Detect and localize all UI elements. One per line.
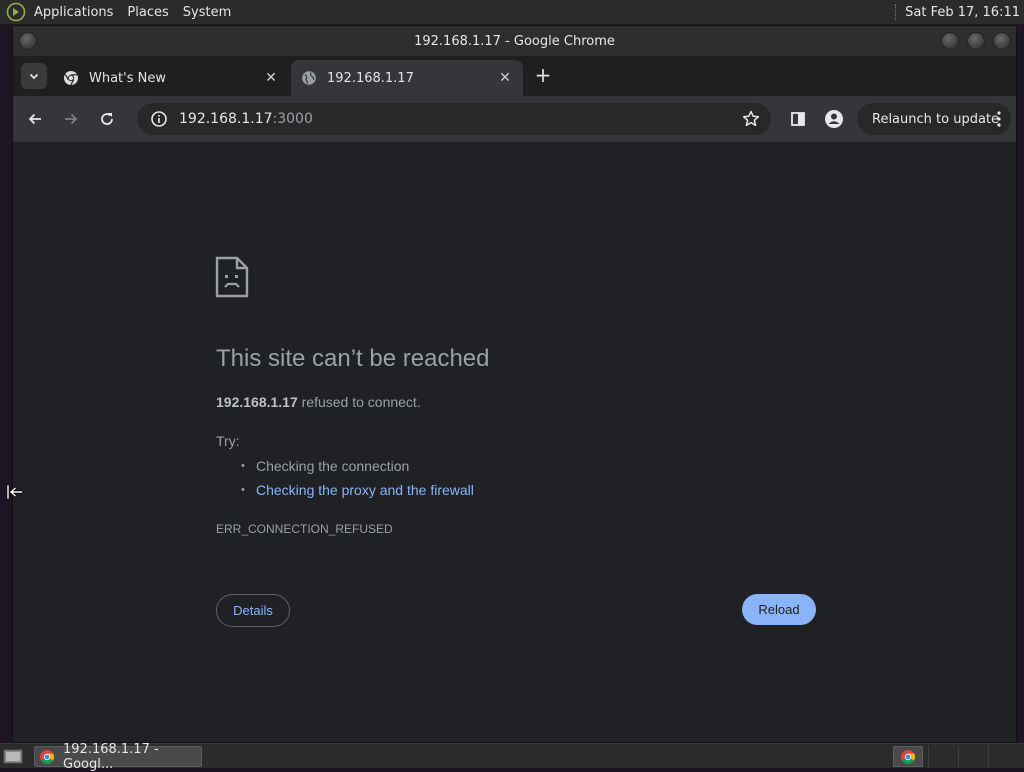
browser-toolbar: 192.168.1.17:3000 Relaunch to update (13, 96, 1016, 142)
side-panel-icon (791, 112, 805, 126)
menu-applications[interactable]: Applications (34, 5, 113, 20)
distro-logo-icon[interactable] (6, 2, 26, 22)
resize-cursor-icon (6, 484, 22, 500)
reload-toolbar-button[interactable] (93, 105, 121, 133)
details-button[interactable]: Details (216, 594, 290, 627)
arrow-left-icon (28, 113, 41, 125)
chrome-icon (64, 71, 78, 86)
bottom-panel: 192.168.1.17 - Googl... (0, 742, 1024, 772)
tab-whats-new[interactable]: What's New ✕ (53, 60, 289, 96)
arrow-right-icon (65, 113, 78, 125)
bookmark-star-icon[interactable] (741, 109, 761, 129)
window-menu-button[interactable] (19, 32, 37, 50)
desktop-edge-right (1017, 25, 1024, 743)
error-host: 192.168.1.17 (216, 394, 298, 410)
menu-places[interactable]: Places (127, 5, 168, 20)
close-icon[interactable]: ✕ (497, 70, 513, 86)
taskbar-window-button[interactable]: 192.168.1.17 - Googl... (34, 742, 202, 772)
new-tab-button[interactable]: + (533, 65, 553, 86)
suggestion-check-proxy-link[interactable]: Checking the proxy and the firewall (241, 481, 474, 505)
suggestion-check-connection: Checking the connection (241, 457, 474, 481)
chrome-icon (901, 749, 915, 764)
reload-button[interactable]: Reload (742, 594, 816, 625)
profile-avatar-icon (825, 110, 843, 128)
browser-window: 192.168.1.17 - Google Chrome What's New … (12, 25, 1017, 743)
maximize-button[interactable] (967, 32, 985, 50)
taskbar-window-label: 192.168.1.17 - Googl... (63, 741, 159, 772)
workspace-2[interactable] (958, 746, 988, 767)
panel-separator (895, 4, 897, 20)
clock[interactable]: Sat Feb 17, 16:11 (905, 5, 1020, 20)
suggestion-list: Checking the connection Checking the pro… (241, 457, 474, 505)
reload-icon (101, 113, 113, 125)
profile-button[interactable] (820, 105, 848, 133)
relaunch-label: Relaunch to update (872, 111, 1000, 127)
sad-page-icon (215, 256, 249, 298)
workspace-3[interactable] (988, 746, 1018, 767)
address-bar[interactable]: 192.168.1.17:3000 (137, 103, 771, 135)
chrome-icon (40, 749, 54, 764)
tab-search-button[interactable] (21, 63, 47, 89)
top-panel: Applications Places System Sat Feb 17, 1… (0, 0, 1024, 25)
tab-title: What's New (89, 70, 166, 86)
url-port: :3000 (272, 111, 313, 127)
info-icon[interactable] (149, 109, 169, 129)
error-message-text: refused to connect. (297, 394, 421, 410)
chevron-down-icon (29, 73, 39, 80)
try-label: Try: (216, 433, 240, 449)
tab-192-168-1-17[interactable]: 192.168.1.17 ✕ (291, 60, 523, 96)
show-desktop-icon[interactable] (3, 747, 23, 765)
tray-chrome-button[interactable] (893, 746, 923, 767)
relaunch-to-update-button[interactable]: Relaunch to update (857, 103, 1011, 135)
forward-button[interactable] (57, 105, 85, 133)
url-host: 192.168.1.17 (179, 111, 273, 127)
window-title: 192.168.1.17 - Google Chrome (414, 33, 615, 49)
error-heading: This site can’t be reached (216, 345, 490, 372)
desktop-edge-left (0, 25, 12, 743)
page-content: This site can’t be reached 192.168.1.17 … (13, 142, 1016, 742)
error-code: ERR_CONNECTION_REFUSED (216, 522, 393, 536)
side-panel-button[interactable] (784, 105, 812, 133)
tab-strip: What's New ✕ 192.168.1.17 ✕ + (13, 56, 1016, 96)
more-options-icon[interactable] (997, 111, 1001, 127)
minimize-button[interactable] (941, 32, 959, 50)
tab-title: 192.168.1.17 (327, 70, 414, 86)
close-icon[interactable]: ✕ (263, 70, 279, 86)
error-message: 192.168.1.17 refused to connect. (216, 394, 421, 410)
window-titlebar[interactable]: 192.168.1.17 - Google Chrome (13, 26, 1016, 56)
globe-icon (302, 71, 316, 85)
menu-system[interactable]: System (183, 5, 231, 20)
url-text: 192.168.1.17:3000 (179, 111, 313, 127)
workspace-1[interactable] (928, 746, 958, 767)
back-button[interactable] (21, 105, 49, 133)
close-window-button[interactable] (993, 32, 1011, 50)
